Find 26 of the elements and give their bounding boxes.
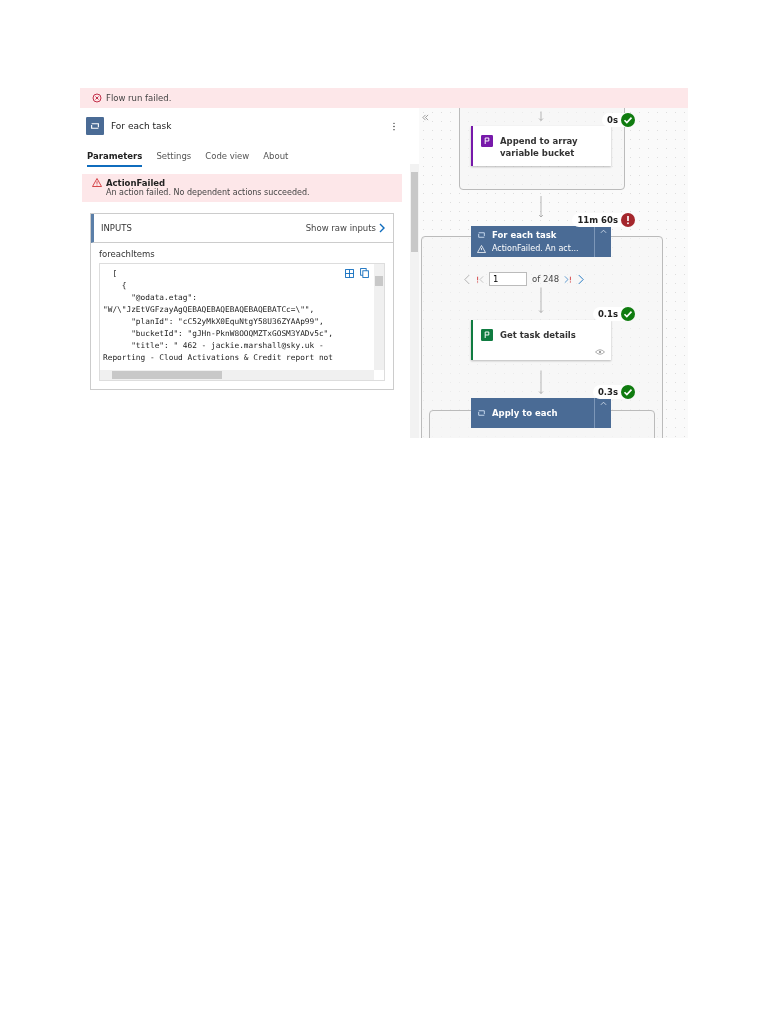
duration-badge: 0.3s xyxy=(592,385,635,399)
show-raw-inputs-link[interactable]: Show raw inputs xyxy=(305,223,385,233)
duration-badge: 11m 60s xyxy=(572,213,635,227)
action-card[interactable]: Append to array variable bucket xyxy=(471,126,611,166)
error-title: ActionFailed xyxy=(106,178,167,188)
action-title: Get task details xyxy=(500,329,576,341)
field-label: foreachItems xyxy=(99,249,156,259)
action-title: Append to array variable bucket xyxy=(500,135,579,159)
tab[interactable]: Settings xyxy=(156,151,192,167)
action-card[interactable]: Get task details xyxy=(471,320,611,360)
section-heading: INPUTS xyxy=(101,223,132,233)
loop-title: Apply to each xyxy=(492,408,558,418)
loop-card[interactable]: Apply to each xyxy=(471,398,611,428)
loop-title: For each task xyxy=(492,230,557,240)
tab[interactable]: Code view xyxy=(205,151,250,167)
panel-title: For each task xyxy=(111,121,173,131)
banner-text: Flow run failed. xyxy=(106,93,172,103)
tab[interactable]: About xyxy=(263,151,289,167)
page-count: of 248 xyxy=(532,274,560,284)
page-number-field[interactable]: 1 xyxy=(489,272,527,286)
duration-badge: 0.1s xyxy=(592,307,635,321)
loop-card[interactable]: For each task ActionFailed. An act... xyxy=(471,226,611,257)
loop-error-text: ActionFailed. An act... xyxy=(492,244,579,253)
error-text: An action failed. No dependent actions succeeded. xyxy=(106,188,310,197)
tab[interactable]: Parameters xyxy=(87,151,143,167)
duration-badge: 0s xyxy=(602,113,635,127)
